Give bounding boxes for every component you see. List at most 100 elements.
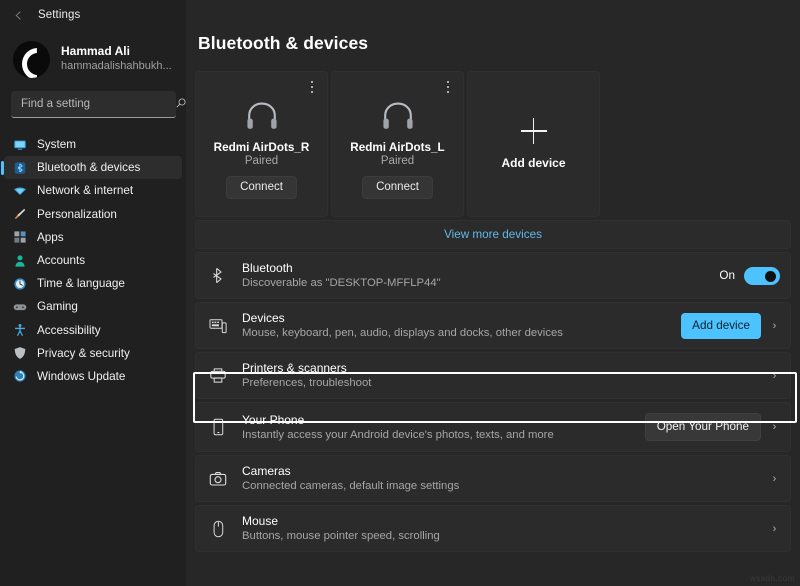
sidebar-item-label: System: [37, 138, 76, 151]
settings-row-printers-scanners[interactable]: Printers & scanners Preferences, trouble…: [195, 352, 791, 399]
monitor-icon: [13, 138, 27, 152]
app-title: Settings: [38, 9, 80, 21]
sidebar-nav: System Bluetooth & devices Network & int…: [0, 133, 186, 388]
row-subtitle: Preferences, troubleshoot: [242, 376, 769, 391]
chevron-right-icon: ›: [769, 523, 780, 535]
printer-icon: [207, 367, 229, 384]
page-title: Bluetooth & devices: [186, 0, 800, 54]
row-subtitle: Buttons, mouse pointer speed, scrolling: [242, 529, 769, 544]
sidebar-item-label: Windows Update: [37, 370, 125, 383]
settings-row-mouse[interactable]: Mouse Buttons, mouse pointer speed, scro…: [195, 505, 791, 552]
accessibility-icon: [13, 323, 27, 337]
sidebar-item-label: Privacy & security: [37, 347, 130, 360]
device-card[interactable]: Redmi AirDots_L Paired Connect: [331, 71, 464, 217]
sidebar-item-accounts[interactable]: Accounts: [4, 249, 182, 272]
search-input[interactable]: [21, 98, 175, 110]
sidebar-item-label: Gaming: [37, 300, 78, 313]
devices-icon: [207, 318, 229, 334]
sidebar-item-time-language[interactable]: Time & language: [4, 272, 182, 295]
sidebar-item-network-internet[interactable]: Network & internet: [4, 179, 182, 202]
sidebar: Settings Hammad Ali hammadalishahbukh...: [0, 0, 186, 586]
sidebar-item-label: Accessibility: [37, 324, 101, 337]
sidebar-item-windows-update[interactable]: Windows Update: [4, 365, 182, 388]
sidebar-item-apps[interactable]: Apps: [4, 226, 182, 249]
phone-icon: [207, 418, 229, 436]
paintbrush-icon: [13, 207, 27, 221]
search-box[interactable]: [11, 91, 176, 118]
settings-row-devices[interactable]: Devices Mouse, keyboard, pen, audio, dis…: [195, 302, 791, 349]
row-subtitle: Mouse, keyboard, pen, audio, displays an…: [242, 326, 681, 341]
chevron-right-icon: ›: [769, 370, 780, 382]
sidebar-item-gaming[interactable]: Gaming: [4, 295, 182, 318]
chevron-right-icon: ›: [769, 473, 780, 485]
chevron-right-icon: ›: [769, 421, 780, 433]
sidebar-item-label: Personalization: [37, 208, 117, 221]
view-more-devices-link[interactable]: View more devices: [195, 220, 791, 249]
wifi-icon: [13, 184, 27, 198]
add-device-button[interactable]: Add device: [681, 313, 761, 339]
main-panel: Bluetooth & devices Redmi AirDots_R Pair…: [186, 0, 800, 586]
add-device-label: Add device: [501, 156, 565, 170]
chevron-right-icon: ›: [769, 320, 780, 332]
sidebar-item-system[interactable]: System: [4, 133, 182, 156]
settings-window: Settings Hammad Ali hammadalishahbukh...: [0, 0, 800, 586]
row-subtitle: Instantly access your Android device's p…: [242, 428, 645, 443]
sidebar-item-bluetooth-devices[interactable]: Bluetooth & devices: [4, 156, 182, 179]
device-status: Paired: [381, 155, 414, 167]
update-icon: [13, 369, 27, 383]
sidebar-item-label: Bluetooth & devices: [37, 161, 140, 174]
sidebar-item-personalization[interactable]: Personalization: [4, 203, 182, 226]
row-title: Bluetooth: [242, 260, 719, 276]
sidebar-item-label: Apps: [37, 231, 64, 244]
add-device-card[interactable]: Add device: [467, 71, 600, 217]
clock-icon: [13, 277, 27, 291]
account-block[interactable]: Hammad Ali hammadalishahbukh...: [0, 30, 186, 84]
device-name: Redmi AirDots_L: [350, 141, 444, 154]
bluetooth-toggle[interactable]: [744, 267, 780, 285]
shield-icon: [13, 346, 27, 360]
connect-button[interactable]: Connect: [362, 176, 433, 199]
settings-row-bluetooth[interactable]: Bluetooth Discoverable as "DESKTOP-MFFLP…: [195, 252, 791, 299]
sidebar-item-label: Accounts: [37, 254, 85, 267]
settings-row-cameras[interactable]: Cameras Connected cameras, default image…: [195, 455, 791, 502]
settings-content: Redmi AirDots_R Paired Connect Redmi Air…: [186, 71, 800, 552]
toggle-state-label: On: [719, 269, 735, 282]
row-title: Your Phone: [242, 412, 645, 428]
row-title: Devices: [242, 310, 681, 326]
device-cards: Redmi AirDots_R Paired Connect Redmi Air…: [195, 71, 791, 217]
open-your-phone-button[interactable]: Open Your Phone: [645, 413, 761, 441]
apps-grid-icon: [13, 230, 27, 244]
sidebar-item-accessibility[interactable]: Accessibility: [4, 319, 182, 342]
sidebar-item-privacy-security[interactable]: Privacy & security: [4, 342, 182, 365]
more-vertical-icon[interactable]: [441, 79, 455, 95]
person-icon: [13, 254, 27, 268]
bluetooth-icon: [13, 161, 27, 175]
more-vertical-icon[interactable]: [305, 79, 319, 95]
device-name: Redmi AirDots_R: [214, 141, 310, 154]
bluetooth-toggle-group[interactable]: On: [719, 267, 780, 285]
device-card[interactable]: Redmi AirDots_R Paired Connect: [195, 71, 328, 217]
account-name: Hammad Ali: [61, 44, 172, 59]
row-subtitle: Discoverable as "DESKTOP-MFFLP44": [242, 276, 719, 291]
avatar: [13, 41, 50, 78]
plus-icon: [521, 118, 547, 144]
watermark: wsxdn.com: [750, 573, 795, 583]
mouse-icon: [207, 520, 229, 538]
row-subtitle: Connected cameras, default image setting…: [242, 479, 769, 494]
headphones-icon: [245, 99, 279, 133]
settings-row-your-phone[interactable]: Your Phone Instantly access your Android…: [195, 402, 791, 452]
account-email: hammadalishahbukh...: [61, 59, 172, 74]
title-bar: Settings: [0, 0, 186, 30]
camera-icon: [207, 471, 229, 487]
device-status: Paired: [245, 155, 278, 167]
headphones-icon: [381, 99, 415, 133]
back-arrow-icon[interactable]: [9, 6, 27, 24]
row-title: Printers & scanners: [242, 360, 769, 376]
sidebar-item-label: Time & language: [37, 277, 125, 290]
sidebar-item-label: Network & internet: [37, 184, 133, 197]
row-title: Mouse: [242, 513, 769, 529]
connect-button[interactable]: Connect: [226, 176, 297, 199]
row-title: Cameras: [242, 463, 769, 479]
gamepad-icon: [13, 300, 27, 314]
bluetooth-icon: [207, 267, 229, 284]
